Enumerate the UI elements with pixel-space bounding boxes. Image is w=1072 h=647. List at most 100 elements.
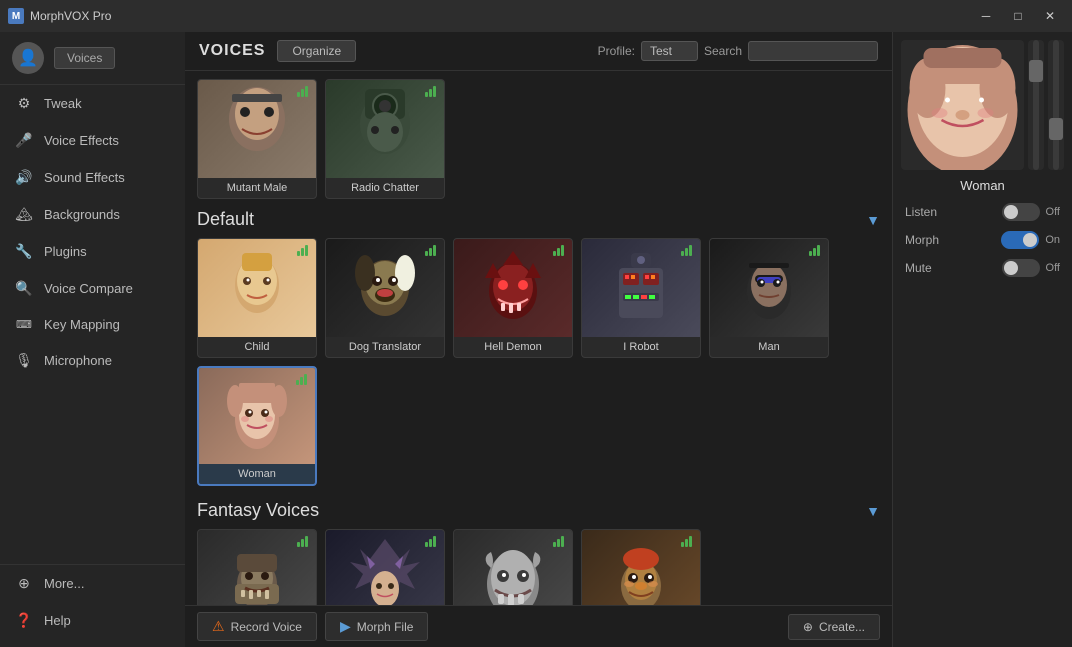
key-mapping-icon: ⌨ — [14, 318, 34, 331]
fantasy-section-title: Fantasy Voices — [197, 500, 319, 521]
voice-signal-robot — [681, 245, 692, 256]
listen-toggle-track[interactable] — [1002, 203, 1040, 221]
voice-label-hell-demon: Hell Demon — [454, 341, 572, 353]
voice-signal-gnome — [681, 536, 692, 547]
morph-file-button[interactable]: ▶ Morph File — [325, 612, 428, 641]
mute-toggle[interactable]: Off — [1002, 259, 1060, 277]
voice-signal-radio — [425, 86, 436, 97]
sidebar-item-tweak[interactable]: ⚙ Tweak — [0, 85, 185, 122]
sidebar-item-sound-effects[interactable]: 🔊 Sound Effects — [0, 159, 185, 196]
search-label: Search — [704, 44, 742, 58]
voice-card-hell-demon[interactable]: Hell Demon — [453, 238, 573, 358]
voices-badge[interactable]: Voices — [54, 47, 115, 69]
sidebar-item-help[interactable]: ❓ Help — [0, 602, 185, 639]
record-voice-button[interactable]: ⚠ Record Voice — [197, 612, 317, 641]
voice-card-radio-chatter[interactable]: Radio Chatter — [325, 79, 445, 199]
listen-state: Off — [1046, 206, 1060, 218]
plugins-icon: 🔧 — [14, 243, 34, 260]
sidebar-header: 👤 Voices — [0, 32, 185, 85]
preview-image-box — [901, 40, 1024, 170]
main-container: 👤 Voices ⚙ Tweak 🎤 Voice Effects 🔊 Sound… — [0, 32, 1072, 647]
mute-label: Mute — [905, 261, 932, 275]
voice-card-giant[interactable]: Giant — [453, 529, 573, 605]
morph-toggle[interactable]: On — [1001, 231, 1060, 249]
more-icon: ⊕ — [14, 575, 34, 592]
record-icon: ⚠ — [212, 618, 225, 635]
create-plus-icon: ⊕ — [803, 620, 813, 634]
content-header: VOICES Organize Profile: Test Search — [185, 32, 892, 71]
voice-card-dog-translator[interactable]: Dog Translator — [325, 238, 445, 358]
help-icon: ❓ — [14, 612, 34, 629]
voice-label-mutant-male: Mutant Male — [198, 182, 316, 194]
sidebar-item-label-plugins: Plugins — [44, 244, 87, 259]
voice-card-i-robot[interactable]: I Robot — [581, 238, 701, 358]
preview-vertical-slider-1[interactable] — [1028, 40, 1044, 170]
listen-label: Listen — [905, 205, 937, 219]
preview-voice-name: Woman — [960, 178, 1005, 193]
voice-label-woman: Woman — [199, 468, 315, 480]
app-icon: M — [8, 8, 24, 24]
fantasy-collapse-icon[interactable]: ▼ — [866, 503, 880, 519]
voice-card-nasty-gnome[interactable]: Nasty Gnome — [581, 529, 701, 605]
morph-control: Morph On — [901, 231, 1064, 249]
voice-signal-pixie — [425, 536, 436, 547]
organize-button[interactable]: Organize — [277, 40, 356, 62]
search-input[interactable] — [748, 41, 878, 61]
voice-card-female-pixie[interactable]: Female Pixie — [325, 529, 445, 605]
voice-signal-giant — [553, 536, 564, 547]
sidebar-item-voice-effects[interactable]: 🎤 Voice Effects — [0, 122, 185, 159]
minimize-button[interactable]: ─ — [972, 6, 1000, 26]
content-title: VOICES — [199, 42, 265, 60]
preview-vertical-slider-2[interactable] — [1048, 40, 1064, 170]
sidebar-item-label-more: More... — [44, 576, 84, 591]
voice-label-i-robot: I Robot — [582, 341, 700, 353]
voice-effects-icon: 🎤 — [14, 132, 34, 149]
close-button[interactable]: ✕ — [1036, 6, 1064, 26]
maximize-button[interactable]: □ — [1004, 6, 1032, 26]
voice-signal-woman — [296, 374, 307, 385]
default-section-title: Default — [197, 209, 254, 230]
voice-label-dog-translator: Dog Translator — [326, 341, 444, 353]
slider-thumb-2 — [1049, 118, 1063, 140]
default-section-header: Default ▼ — [197, 209, 880, 230]
voice-signal-mutant — [297, 86, 308, 97]
window-controls: ─ □ ✕ — [972, 6, 1064, 26]
backgrounds-icon: 🏔 — [14, 206, 34, 223]
voice-card-mutant-male[interactable]: Mutant Male — [197, 79, 317, 199]
sidebar-item-plugins[interactable]: 🔧 Plugins — [0, 233, 185, 270]
mute-state: Off — [1046, 262, 1060, 274]
sidebar-item-backgrounds[interactable]: 🏔 Backgrounds — [0, 196, 185, 233]
microphone-icon: 🎙 — [14, 352, 34, 369]
tweak-icon: ⚙ — [14, 95, 34, 112]
top-voices-row: Mutant Male — [197, 79, 880, 199]
sidebar-item-label-voice-compare: Voice Compare — [44, 281, 133, 296]
sidebar-item-voice-compare[interactable]: 🔍 Voice Compare — [0, 270, 185, 307]
content-footer: ⚠ Record Voice ▶ Morph File ⊕ Create... — [185, 605, 892, 647]
sidebar-item-more[interactable]: ⊕ More... — [0, 565, 185, 602]
fantasy-voices-grid: Dwarf — [197, 529, 880, 605]
sidebar-item-label-sound-effects: Sound Effects — [44, 170, 125, 185]
profile-select[interactable]: Test — [641, 41, 698, 61]
voice-card-woman[interactable]: Woman — [197, 366, 317, 486]
default-collapse-icon[interactable]: ▼ — [866, 212, 880, 228]
mute-control: Mute Off — [901, 259, 1064, 277]
voice-signal-dwarf — [297, 536, 308, 547]
sidebar-item-key-mapping[interactable]: ⌨ Key Mapping — [0, 307, 185, 342]
title-bar: M MorphVOX Pro ─ □ ✕ — [0, 0, 1072, 32]
sidebar: 👤 Voices ⚙ Tweak 🎤 Voice Effects 🔊 Sound… — [0, 32, 185, 647]
listen-toggle[interactable]: Off — [1002, 203, 1060, 221]
sidebar-item-microphone[interactable]: 🎙 Microphone — [0, 342, 185, 379]
sidebar-item-label-tweak: Tweak — [44, 96, 82, 111]
profile-label: Profile: — [598, 44, 635, 58]
slider-track-1 — [1033, 40, 1039, 170]
voice-card-child[interactable]: Child — [197, 238, 317, 358]
slider-track-2 — [1053, 40, 1059, 170]
mute-toggle-track[interactable] — [1002, 259, 1040, 277]
create-button[interactable]: ⊕ Create... — [788, 614, 880, 640]
listen-control: Listen Off — [901, 203, 1064, 221]
voice-signal-demon — [553, 245, 564, 256]
morph-toggle-track[interactable] — [1001, 231, 1039, 249]
voice-card-dwarf[interactable]: Dwarf — [197, 529, 317, 605]
voice-card-man[interactable]: Man — [709, 238, 829, 358]
morph-icon: ▶ — [340, 618, 351, 635]
